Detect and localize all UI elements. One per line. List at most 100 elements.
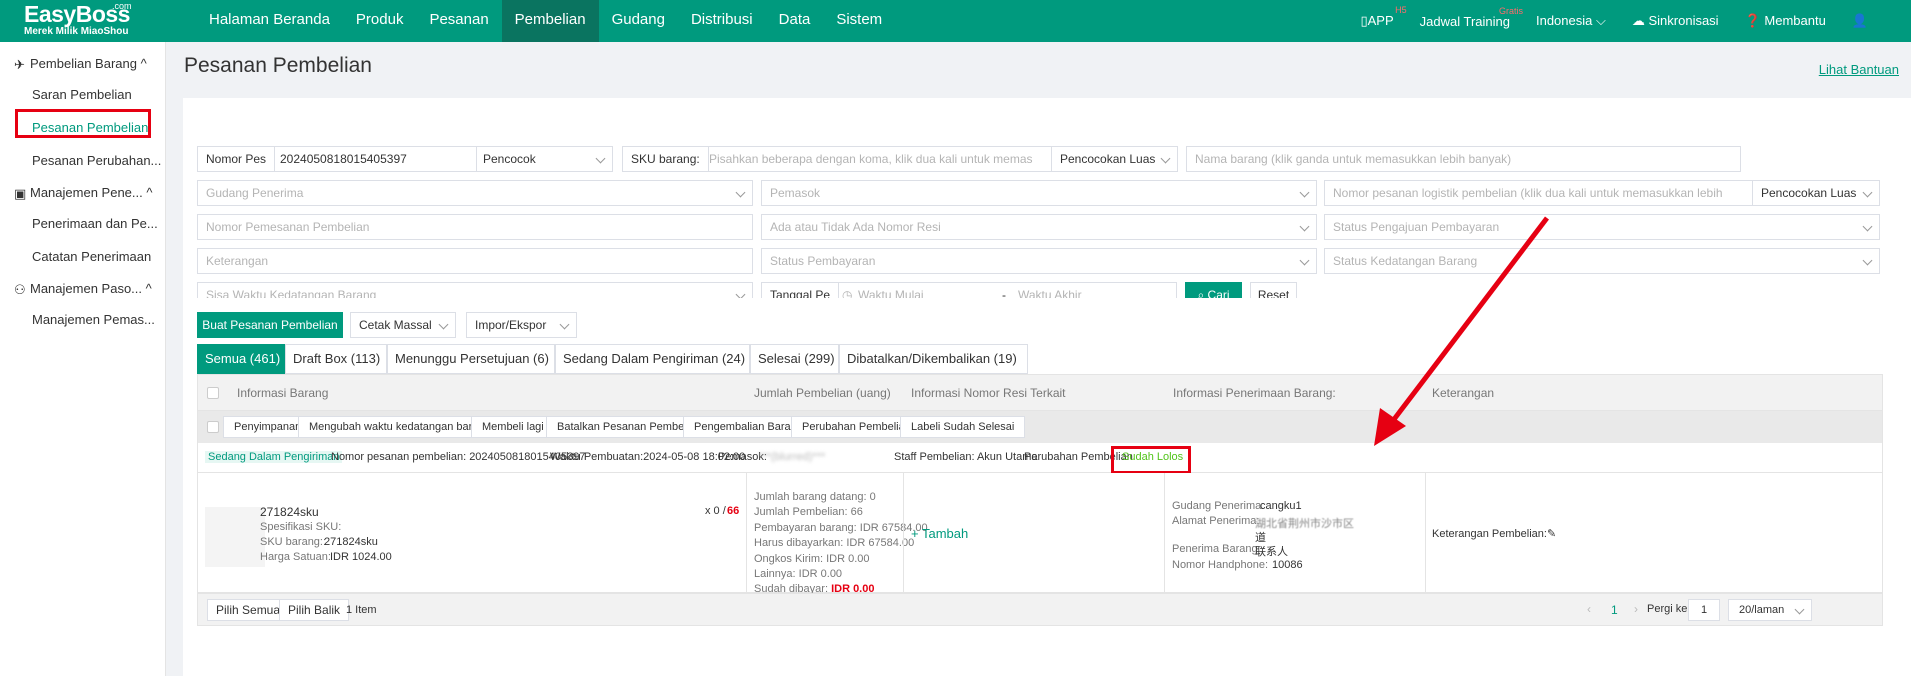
create-order-button[interactable]: Buat Pesanan Pembelian	[197, 312, 343, 338]
tracking-select[interactable]: Ada atau Tidak Ada Nomor Resi	[761, 214, 1317, 240]
order-no-input[interactable]: 2024050818015405397	[280, 147, 407, 171]
sidebar-group-supplier[interactable]: ⚇ Manajemen Paso... ^	[0, 273, 165, 303]
nav-warehouse[interactable]: Gudang	[599, 0, 678, 42]
nav-system[interactable]: Sistem	[823, 0, 895, 42]
created-time: Waktu Pembuatan:2024-05-08 18:02:00	[550, 451, 746, 463]
table-footer: Pilih Semua Pilih Balik 1 Item ‹ 1 › Per…	[197, 593, 1883, 626]
import-export-button[interactable]: Impor/Ekspor	[466, 312, 577, 338]
current-page[interactable]: 1	[1611, 603, 1618, 617]
chevron-down-icon	[1862, 255, 1873, 266]
logo-tagline: Merek Milik MiaoShou	[24, 26, 129, 37]
sidebar-group-receiving[interactable]: ▣ Manajemen Pene... ^	[0, 177, 165, 207]
top-bar: EasyBoss .com Merek Milik MiaoShou Halam…	[0, 0, 1911, 42]
amount-arrived: Jumlah barang datang: 0	[754, 491, 876, 503]
status-tabs: Semua (461) Draft Box (113) Menunggu Per…	[197, 344, 1897, 374]
highlight-box-sidebar	[15, 109, 151, 138]
help-link[interactable]: Lihat Bantuan	[1819, 62, 1899, 77]
amount-other: Lainnya: IDR 0.00	[754, 568, 843, 581]
remarks-input[interactable]: Keterangan	[197, 248, 753, 274]
mark-done-button[interactable]: Labeli Sudah Selesai	[900, 416, 1026, 438]
status-badge: Sedang Dalam Pengiriman	[205, 451, 343, 463]
amount-qty: Jumlah Pembelian: 66	[754, 506, 863, 519]
chevron-down-icon	[559, 319, 570, 330]
payment-status-select[interactable]: Status Pembayaran	[761, 248, 1317, 274]
nav-distribution[interactable]: Distribusi	[678, 0, 766, 42]
sidebar-item-receiving-log[interactable]: Catatan Penerimaan	[0, 240, 165, 273]
amount-due: Harus dibayarkan: IDR 67584.00	[754, 537, 915, 550]
nav-purchasing[interactable]: Pembelian	[501, 0, 599, 42]
sku-filter[interactable]: SKU barang: Pisahkan beberapa dengan kom…	[622, 146, 1178, 172]
app-badge: H5	[1395, 5, 1407, 15]
sync-link[interactable]: ☁ Sinkronisasi	[1619, 13, 1732, 29]
edit-icon[interactable]: ✎	[1547, 528, 1556, 540]
sidebar-item-suggestion[interactable]: Saran Pembelian	[0, 78, 165, 111]
goto-label: Pergi ke	[1647, 603, 1688, 615]
sidebar-item-change-order[interactable]: Pesanan Perubahan...	[0, 144, 165, 177]
top-right-menu: ▯APP H5 Jadwal Training Gratis Indonesia ⌵…	[1347, 0, 1881, 42]
nav-home[interactable]: Halaman Beranda	[196, 0, 343, 42]
training-badge: Gratis	[1498, 5, 1523, 16]
help-link[interactable]: ❓ Membantu	[1732, 13, 1839, 29]
tab-completed[interactable]: Selesai (299)	[750, 344, 839, 374]
prev-page-icon[interactable]: ‹	[1587, 602, 1591, 616]
sidebar-item-receiving[interactable]: Penerimaan dan Pe...	[0, 207, 165, 240]
header-tracking: Informasi Nomor Resi Terkait	[911, 386, 1066, 400]
qty-total: 66	[727, 505, 740, 517]
warehouse-label: Gudang Penerima:	[1172, 500, 1265, 512]
order-no-filter[interactable]: Nomor Pes 2024050818015405397 Pencocok	[197, 146, 613, 172]
training-link[interactable]: Jadwal Training Gratis	[1407, 6, 1523, 29]
bulk-print-button[interactable]: Cetak Massal	[350, 312, 456, 338]
invert-selection-button[interactable]: Pilih Balik	[279, 599, 350, 621]
spec-label: Spesifikasi SKU:	[260, 521, 342, 533]
nav-products[interactable]: Produk	[343, 0, 417, 42]
qty-received: x 0 /	[705, 505, 726, 517]
order-number: Nomor pesanan pembelian: 202405081801540…	[331, 451, 586, 463]
tab-shipping[interactable]: Sedang Dalam Pengiriman (24)	[555, 344, 750, 374]
arrival-status-select[interactable]: Status Kedatangan Barang	[1324, 248, 1880, 274]
payment-request-select[interactable]: Status Pengajuan Pembayaran	[1324, 214, 1880, 240]
sku-match-select[interactable]: Pencocokan Luas	[1051, 147, 1177, 171]
chevron-down-icon: ⌵	[1596, 13, 1606, 28]
buy-again-button[interactable]: Membeli lagi	[471, 416, 555, 438]
order-detail: 271824sku Spesifikasi SKU: SKU barang:: …	[197, 473, 1883, 595]
user-icon[interactable]: 👤	[1839, 13, 1881, 29]
page-size-select[interactable]: 20/laman	[1728, 599, 1812, 621]
tab-awaiting-approval[interactable]: Menunggu Persetujuan (6)	[387, 344, 555, 374]
cart-icon: ✈	[14, 57, 25, 72]
select-all-checkbox[interactable]	[207, 387, 219, 399]
supplier-select[interactable]: Pemasok	[761, 180, 1317, 206]
sku-label: SKU barang::	[260, 536, 327, 548]
header-remarks: Keterangan	[1432, 386, 1495, 400]
tab-draft[interactable]: Draft Box (113)	[285, 344, 387, 374]
sidebar-item-supplier[interactable]: Manajemen Pemas...	[0, 303, 165, 336]
tab-all[interactable]: Semua (461)	[197, 344, 285, 374]
purchase-order-no-input[interactable]: Nomor Pemesanan Pembelian	[197, 214, 753, 240]
logo[interactable]: EasyBoss .com Merek Milik MiaoShou	[24, 1, 144, 40]
nav-orders[interactable]: Pesanan	[416, 0, 501, 42]
divider	[903, 473, 904, 593]
order-checkbox[interactable]	[207, 421, 219, 433]
item-name-input[interactable]: Nama barang (klik ganda untuk memasukkan…	[1186, 146, 1741, 172]
sidebar-group-purchasing[interactable]: ✈ Pembelian Barang ^	[0, 48, 165, 78]
app-link[interactable]: ▯APP H5	[1347, 5, 1406, 29]
tab-cancelled[interactable]: Dibatalkan/Dikembalikan (19)	[839, 344, 1028, 374]
header-receiving: Informasi Penerimaan Barang:	[1173, 386, 1336, 400]
goto-page-input[interactable]: 1	[1688, 599, 1720, 621]
remark-text: Keterangan Pembelian:✎	[1432, 528, 1557, 540]
warehouse-select[interactable]: Gudang Penerima	[197, 180, 753, 206]
order-no-match-select[interactable]: Pencocok	[476, 147, 560, 171]
phone-label: Nomor Handphone:	[1172, 559, 1269, 571]
address-value: 湖北省荆州市沙市区	[1255, 518, 1354, 530]
table-header: Informasi Barang Jumlah Pembelian (uang)…	[197, 374, 1883, 411]
language-select[interactable]: Indonesia ⌵	[1523, 13, 1619, 29]
logistics-no-filter[interactable]: Nomor pesanan logistik pembelian (klik d…	[1324, 180, 1880, 206]
select-all-button[interactable]: Pilih Semua	[207, 599, 290, 621]
logistics-match-select[interactable]: Pencocokan Luas	[1752, 181, 1879, 205]
people-icon: ⚇	[14, 282, 26, 297]
add-tracking-button[interactable]: + Tambah	[911, 526, 968, 541]
price-label: Harga Satuan:	[260, 551, 331, 563]
nav-data[interactable]: Data	[766, 0, 824, 42]
page-title: Pesanan Pembelian	[184, 54, 372, 77]
chevron-down-icon	[735, 187, 746, 198]
next-page-icon[interactable]: ›	[1634, 602, 1638, 616]
